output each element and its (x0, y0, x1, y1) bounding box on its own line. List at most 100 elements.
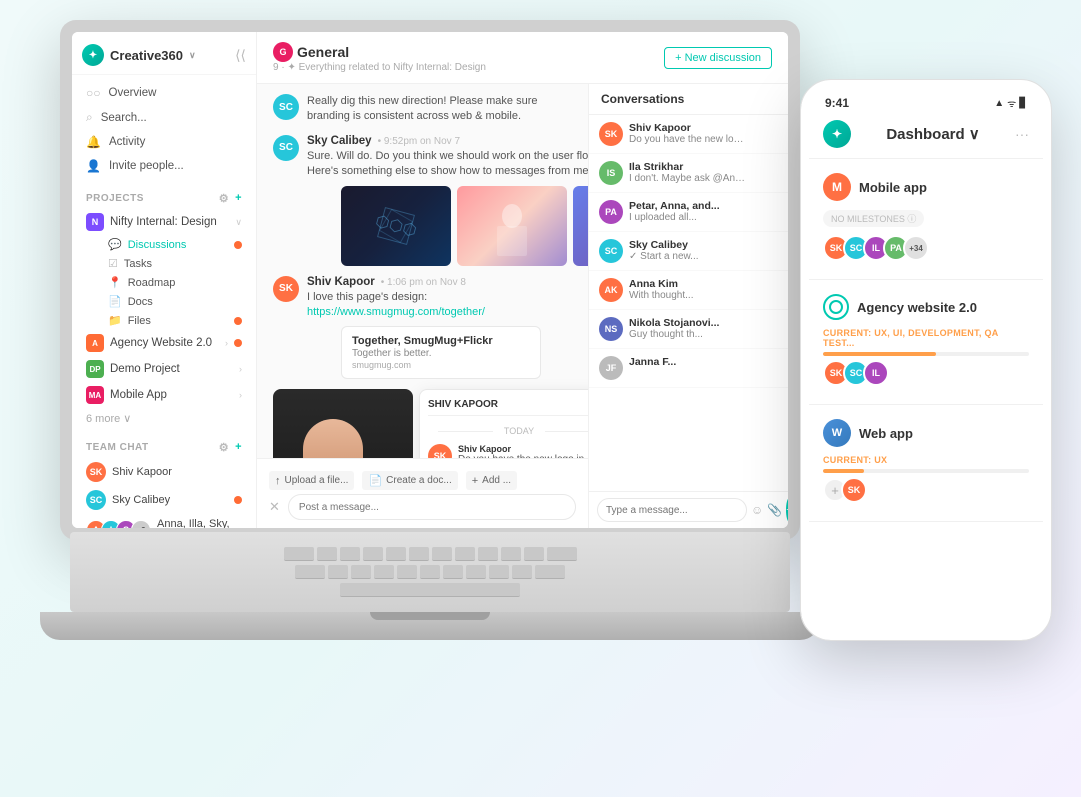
conv-send-button[interactable]: + (786, 498, 788, 522)
msg-avatar-3: SK (273, 276, 299, 302)
chat-input-field[interactable] (288, 494, 576, 520)
conv-attach-icon[interactable]: 📎 (767, 503, 782, 517)
sidebar-item-overview[interactable]: ○○ Overview (72, 81, 256, 105)
msg-avatar-2: SC (273, 135, 299, 161)
create-doc-button[interactable]: 📄 Create a doc... (362, 471, 457, 490)
agency-progress-fill (823, 352, 936, 356)
team-member-sky[interactable]: SC Sky Calibey (72, 486, 256, 514)
phone-project-header-2: Agency website 2.0 (823, 294, 1029, 320)
laptop-screen: ✦ Creative360 ∨ ⟨⟨ ○○ Overview ⌕ Search.… (72, 32, 788, 528)
phone-project-icon-1: M (823, 173, 851, 201)
project-item-nifty[interactable]: N Nifty Internal: Design ∨ (72, 209, 256, 235)
agency-avatars: SK SC IL (823, 360, 1029, 386)
sub-item-discussions[interactable]: 💬 Discussions (72, 235, 256, 254)
projects-actions: ⚙ + (219, 192, 242, 205)
sidebar-item-invite[interactable]: 👤 Invite people... (72, 154, 256, 178)
projects-more-link[interactable]: 6 more ∨ (72, 408, 256, 429)
sidebar-collapse-icon[interactable]: ⟨⟨ (235, 47, 246, 64)
popup-text-1: Shiv Kapoor Do you have the new logo in … (458, 444, 588, 458)
msg-time-2: • 9:52pm on Nov 7 (378, 136, 460, 147)
cancel-post-icon[interactable]: ✕ (269, 499, 280, 515)
conv-msg-5: With thought... (629, 290, 749, 301)
agency-av-3: IL (863, 360, 889, 386)
agency-circle-icon (823, 294, 849, 320)
conv-item-6[interactable]: NS Nikola Stojanovi... Guy thought th... (589, 310, 788, 349)
smugmug-link[interactable]: https://www.smugmug.com/together/ (307, 306, 485, 318)
kb-key-j (466, 565, 486, 579)
activity-icon: 🔔 (86, 135, 101, 149)
project-item-demo[interactable]: DP Demo Project › (72, 356, 256, 382)
channel-name: G General (273, 42, 486, 62)
team-member-shiv[interactable]: SK Shiv Kapoor (72, 458, 256, 486)
conv-emoji-icon[interactable]: ☺ (751, 503, 763, 517)
conv-body-7: Janna F... (629, 356, 778, 380)
msg-header-3: Shiv Kapoor • 1:06 pm on Nov 8 (307, 276, 572, 288)
phone-content: M Mobile app NO MILESTONES ⓘ SK SC IL PA… (809, 159, 1043, 613)
conv-item-7[interactable]: JF Janna F... (589, 349, 788, 388)
kb-key-r (386, 547, 406, 561)
phone-menu-icon[interactable]: ··· (1015, 126, 1029, 142)
sidebar-item-search[interactable]: ⌕ Search... (72, 105, 256, 130)
search-icon: ⌕ (86, 110, 93, 125)
channel-title: G General 9 · ✦ Everything related to Ni… (273, 42, 486, 73)
upload-file-button[interactable]: ↑ Upload a file... (269, 471, 354, 490)
sub-item-docs[interactable]: 📄 Docs (72, 292, 256, 311)
content-split: SC Really dig this new direction! Please… (257, 84, 788, 528)
sub-item-roadmap[interactable]: 📍 Roadmap (72, 273, 256, 292)
conv-item-2[interactable]: IS Ila Strikhar I don't. Maybe ask @Anna… (589, 154, 788, 193)
team-actions: ⚙ + (219, 441, 242, 454)
conv-item-1[interactable]: SK Shiv Kapoor Do you have the new logo … (589, 115, 788, 154)
no-milestones-badge: NO MILESTONES ⓘ (823, 210, 924, 227)
project-label-agency: Agency Website 2.0 (110, 337, 219, 349)
kb-key-p (524, 547, 544, 561)
popup-sender-1: Shiv Kapoor (458, 444, 588, 454)
kb-key-e (363, 547, 383, 561)
kb-key-a (328, 565, 348, 579)
kb-key-h (443, 565, 463, 579)
conv-name-3: Petar, Anna, and... (629, 200, 778, 212)
phone-notch: 9:41 ▲ ᯤ ▊ (809, 88, 1043, 114)
conv-name-2: Ila Strikhar (629, 161, 778, 173)
projects-settings-icon[interactable]: ⚙ (219, 192, 229, 205)
new-discussion-button[interactable]: + New discussion (664, 47, 772, 69)
msg-author-3: Shiv Kapoor (307, 276, 375, 288)
mobile-av-count: +34 (903, 235, 929, 261)
team-member-group[interactable]: A I S +2 Anna, Illa, Sky, Peta... (72, 514, 256, 528)
conv-input-field[interactable] (597, 498, 747, 522)
conv-item-4[interactable]: SC Sky Calibey ✓ Start a new... (589, 232, 788, 271)
add-button[interactable]: + Add ... (466, 471, 517, 490)
sub-item-tasks[interactable]: ☑ Tasks (72, 254, 256, 273)
message-row-2: SC Sky Calibey • 9:52pm on Nov 7 Sure. W… (273, 135, 572, 266)
conv-item-5[interactable]: AK Anna Kim With thought... (589, 271, 788, 310)
agency-chevron: › (225, 338, 228, 348)
invite-label: Invite people... (109, 160, 184, 172)
conv-item-3[interactable]: PA Petar, Anna, and... I uploaded all... (589, 193, 788, 232)
sub-item-files[interactable]: 📁 Files (72, 311, 256, 330)
kb-key-i (478, 547, 498, 561)
nifty-chevron: ∨ (235, 217, 242, 228)
team-add-icon[interactable]: + (235, 441, 242, 454)
group-name: Anna, Illa, Sky, Peta... (157, 518, 242, 528)
member-name-shiv: Shiv Kapoor (112, 466, 242, 478)
photo-card (273, 389, 413, 458)
team-settings-icon[interactable]: ⚙ (219, 441, 229, 454)
kb-key-y (432, 547, 452, 561)
sidebar-nav: ○○ Overview ⌕ Search... 🔔 Activity 👤 Inv… (72, 75, 256, 184)
project-item-agency[interactable]: A Agency Website 2.0 › (72, 330, 256, 356)
project-item-mobile[interactable]: MA Mobile App › (72, 382, 256, 408)
sidebar-item-activity[interactable]: 🔔 Activity (72, 130, 256, 154)
channel-meta: 9 · ✦ Everything related to Nifty Intern… (273, 62, 486, 73)
img-svg-2 (487, 196, 537, 256)
kb-key-return (535, 565, 565, 579)
laptop-bezel: ✦ Creative360 ∨ ⟨⟨ ○○ Overview ⌕ Search.… (60, 20, 800, 540)
popup-header: SHIV KAPOOR − ✕ (428, 398, 588, 416)
projects-add-icon[interactable]: + (235, 192, 242, 205)
phone-title[interactable]: Dashboard ∨ (886, 125, 979, 143)
webapp-icon: W (823, 419, 851, 447)
wifi-icon: ᯤ (1007, 96, 1016, 110)
agency-badge (234, 339, 242, 347)
conv-msg-2: I don't. Maybe ask @Anna Kim? (629, 173, 749, 184)
project-dot-nifty: N (86, 213, 104, 231)
kb-key-tab (284, 547, 314, 561)
kb-row-1 (90, 547, 770, 561)
